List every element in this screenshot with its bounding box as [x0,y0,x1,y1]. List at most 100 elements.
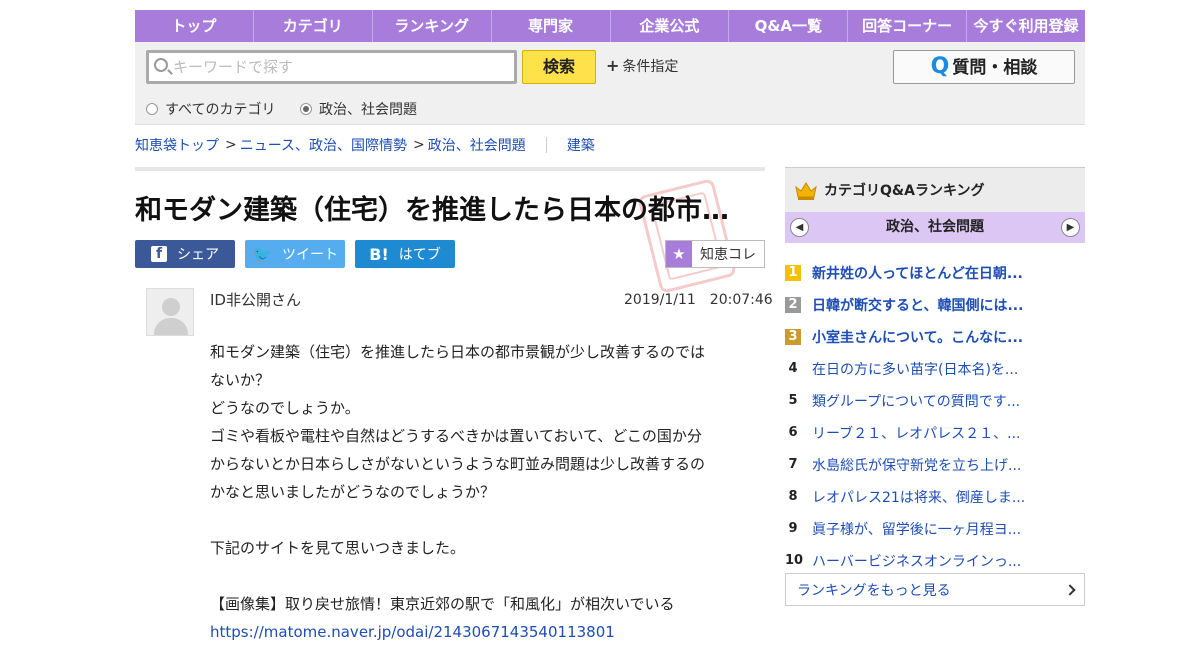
rank-number: 5 [788,393,798,408]
breadcrumb-separator: > [413,137,425,153]
body-line: からないとか日本らしさがないというような町並み問題は少し改善するの [210,455,706,473]
crown-icon [795,182,817,200]
breadcrumb-top[interactable]: 知恵袋トップ [135,135,219,155]
breadcrumb-politics[interactable]: 政治、社会問題 [428,135,526,155]
body-link[interactable]: https://matome.naver.jp/odai/21430671435… [210,623,615,641]
prev-arrow-icon[interactable]: ◀ [790,218,809,237]
twitter-share-button[interactable]: 🐦 ツイート [245,240,345,268]
rank-number: 9 [788,521,798,536]
ranking-item[interactable]: 4 在日の方に多い苗字(日本名)を... [785,353,1085,385]
ranking-link[interactable]: 類グループについての質問です... [812,391,1020,411]
ranking-link[interactable]: 水島総氏が保守新党を立ち上げ... [812,455,1021,475]
rank-number: 10 [785,553,804,568]
ranking-link[interactable]: 日韓が断交すると、韓国側には... [812,295,1023,315]
hatena-bookmark-button[interactable]: B! はてブ [355,240,455,268]
ranking-list: 1 新井姓の人ってほとんど在日朝... 2 日韓が断交すると、韓国側には... 3小… [785,257,1085,577]
plus-icon: + [606,56,620,75]
tweet-label: ツイート [281,247,338,263]
ask-question-button[interactable]: Q 質問・相談 [893,50,1075,84]
ranking-category-label: 政治、社会問題 [886,219,984,235]
rank-badge: 3 [785,329,801,345]
ranking-link[interactable]: 在日の方に多い苗字(日本名)を... [812,359,1018,379]
nav-official[interactable]: 企業公式 [611,10,730,42]
search-field[interactable] [146,50,517,84]
ranking-link[interactable]: 新井姓の人ってほとんど在日朝... [812,263,1023,283]
ranking-item[interactable]: 6 リーブ２１、レオパレス２１、... [785,417,1085,449]
radio-label: すべてのカテゴリ [165,102,276,118]
body-line: ゴミや看板や電柱や自然はどうするべきかは置いておいて、どこの国か分 [210,427,702,445]
radio-current-category[interactable]: 政治、社会問題 [300,99,417,119]
ranking-more-label[interactable]: ランキングをもっと見る [797,580,951,600]
body-line: どうなのでしょうか。 [210,399,360,417]
question-date: 2019/1/11 20:07:46 [624,292,773,308]
nav-answer-corner[interactable]: 回答コーナー [848,10,968,42]
nav-ranking[interactable]: ランキング [373,10,492,42]
twitter-icon: 🐦 [252,244,272,264]
question-body: 和モダン建築（住宅）を推進したら日本の都市景観が少し改善するのでは ないか？ ど… [210,338,750,646]
breadcrumb-divider [545,137,547,153]
search-bar: 検索 +条件指定 Q質問・相談 すべてのカテゴリ 政治、社会問題 [135,42,1085,125]
ranking-item[interactable]: 5 類グループについての質問です... [785,385,1085,417]
hatena-icon: B! [369,244,389,264]
next-arrow-icon[interactable]: ▶ [1061,218,1080,237]
radio-all-categories[interactable]: すべてのカテゴリ [146,99,275,119]
global-nav: トップ カテゴリ ランキング 専門家 企業公式 Q&A一覧 回答コーナー 今すぐ… [135,10,1085,42]
ranking-title: カテゴリQ&Aランキング [824,183,985,199]
condition-link[interactable]: + 条件指定 [606,56,678,76]
ranking-more-button[interactable]: ランキングをもっと見る [785,573,1085,606]
body-line: かなと思いましたがどうなのでしょうか？ [210,483,496,501]
chiekore-button[interactable]: ★ 知恵コレ [665,240,765,268]
rank-badge: 2 [785,297,801,313]
user-name: ID非公開さん [210,291,301,309]
radio-button-selected[interactable] [300,103,312,115]
chiekore-label: 知恵コレ [700,247,756,263]
ask-label: 質問・相談 [952,58,1038,78]
ranking-item[interactable]: 2 日韓が断交すると、韓国側には... [785,289,1085,321]
breadcrumb-tag[interactable]: 建築 [567,135,595,155]
rank-number: 8 [788,489,798,504]
rank-badge: 1 [785,265,801,281]
ranking-link[interactable]: 眞子様が、留学後に一ヶ月程ヨ... [812,519,1021,539]
nav-qa-list[interactable]: Q&A一覧 [729,10,849,42]
chevron-right-icon [1064,584,1076,596]
search-icon [154,58,168,72]
search-button[interactable]: 検索 [522,50,596,84]
question-title: 和モダン建築（住宅）を推進したら日本の都市… [135,195,729,226]
facebook-share-button[interactable]: f シェア [135,240,235,268]
hatena-label: はてブ [398,247,441,263]
avatar [146,288,194,336]
nav-category[interactable]: カテゴリ [254,10,373,42]
breadcrumb-separator: > [225,137,237,153]
nav-register[interactable]: 今すぐ利用登録 [967,10,1085,42]
body-line: 【画像集】取り戻せ旅情！東京近郊の駅で「和風化」が相次いでいる [210,595,675,613]
body-line: 和モダン建築（住宅）を推進したら日本の都市景観が少し改善するのでは [210,343,706,361]
rank-number: 6 [788,425,798,440]
star-icon: ★ [666,241,692,267]
ranking-item[interactable]: 8 レオパレス21は将来、倒産しま... [785,481,1085,513]
body-line: 下記のサイトを見て思いつきました。 [210,539,466,557]
rank-number: 7 [788,457,798,472]
ranking-item[interactable]: 7 水島総氏が保守新党を立ち上げ... [785,449,1085,481]
ranking-item[interactable]: 3 小室圭さんについて。こんなに... [785,321,1085,353]
ranking-link[interactable]: リーブ２１、レオパレス２１、... [812,423,1021,443]
nav-top[interactable]: トップ [135,10,254,42]
ranking-item[interactable]: 1 新井姓の人ってほとんど在日朝... [785,257,1085,289]
body-blank-line [210,506,750,534]
breadcrumb-news[interactable]: ニュース、政治、国際情勢 [240,135,407,155]
search-input[interactable] [173,55,503,79]
ranking-header: カテゴリQ&Aランキング [785,167,1085,212]
ranking-link[interactable]: 小室圭さんについて。こんなに... [812,327,1023,347]
nav-expert[interactable]: 専門家 [492,10,611,42]
share-label: シェア [177,247,219,263]
ranking-category: ◀ 政治、社会問題 ▶ [785,212,1085,243]
q-icon: Q [930,54,950,79]
radio-label: 政治、社会問題 [319,102,417,118]
radio-button[interactable] [146,103,158,115]
avatar-head [162,298,180,316]
rank-number: 4 [788,361,798,376]
ranking-item[interactable]: 9 眞子様が、留学後に一ヶ月程ヨ... [785,513,1085,545]
avatar-body [154,318,188,335]
ranking-link[interactable]: ハーバービジネスオンラインっ... [812,551,1021,571]
condition-label: 条件指定 [622,59,679,75]
ranking-link[interactable]: レオパレス21は将来、倒産しま... [812,487,1025,507]
